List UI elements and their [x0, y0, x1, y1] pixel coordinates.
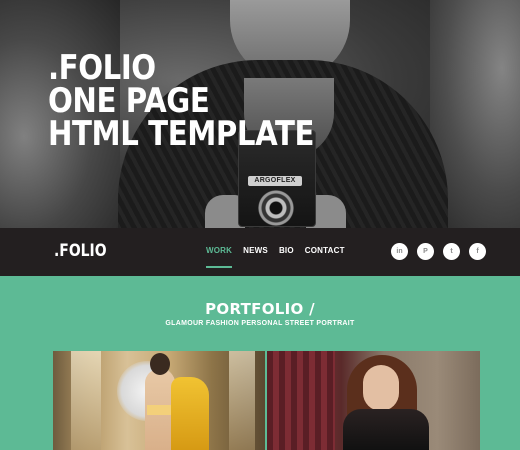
photo-window-left: [71, 351, 101, 450]
photo-model-dress: [343, 409, 429, 450]
pinterest-icon[interactable]: P: [417, 243, 434, 260]
site-logo[interactable]: .FOLIO: [54, 241, 107, 261]
main-navigation: .FOLIO WORK NEWS BIO CONTACT in P t f: [0, 228, 520, 276]
nav-item-bio[interactable]: BIO: [279, 246, 294, 255]
linkedin-icon[interactable]: in: [391, 243, 408, 260]
page: ARGOFLEX .FOLIO ONE PAGE HTML TEMPLATE .…: [0, 0, 520, 450]
twitter-icon[interactable]: t: [443, 243, 460, 260]
photo-red-curtain: [267, 351, 335, 450]
photo-window-right: [229, 351, 255, 450]
portfolio-section: PORTFOLIO / GLAMOUR FASHION PERSONAL STR…: [0, 276, 520, 450]
nav-menu: WORK NEWS BIO CONTACT: [206, 246, 345, 268]
photo-yellow-coat: [171, 377, 209, 450]
photo-model-head: [150, 353, 170, 375]
portfolio-item-glamour[interactable]: [53, 351, 265, 450]
nav-item-contact[interactable]: CONTACT: [305, 246, 345, 255]
hero-title: .FOLIO ONE PAGE HTML TEMPLATE: [48, 51, 315, 154]
portfolio-item-fashion[interactable]: [267, 351, 480, 450]
nav-item-work[interactable]: WORK: [206, 246, 233, 268]
photo-model-lingerie: [147, 405, 173, 415]
portfolio-subtitle: GLAMOUR FASHION PERSONAL STREET PORTRAIT: [165, 320, 355, 327]
nav-item-news[interactable]: NEWS: [243, 246, 268, 255]
camera-brand-label: ARGOFLEX: [248, 176, 302, 186]
social-links: in P t f: [391, 243, 486, 260]
photo-model-face: [363, 365, 399, 411]
portfolio-title: PORTFOLIO /: [205, 300, 315, 318]
hero-section: ARGOFLEX .FOLIO ONE PAGE HTML TEMPLATE: [0, 0, 520, 228]
hero-title-line-3: HTML TEMPLATE: [48, 114, 315, 154]
camera-lens: [258, 190, 294, 226]
facebook-icon[interactable]: f: [469, 243, 486, 260]
